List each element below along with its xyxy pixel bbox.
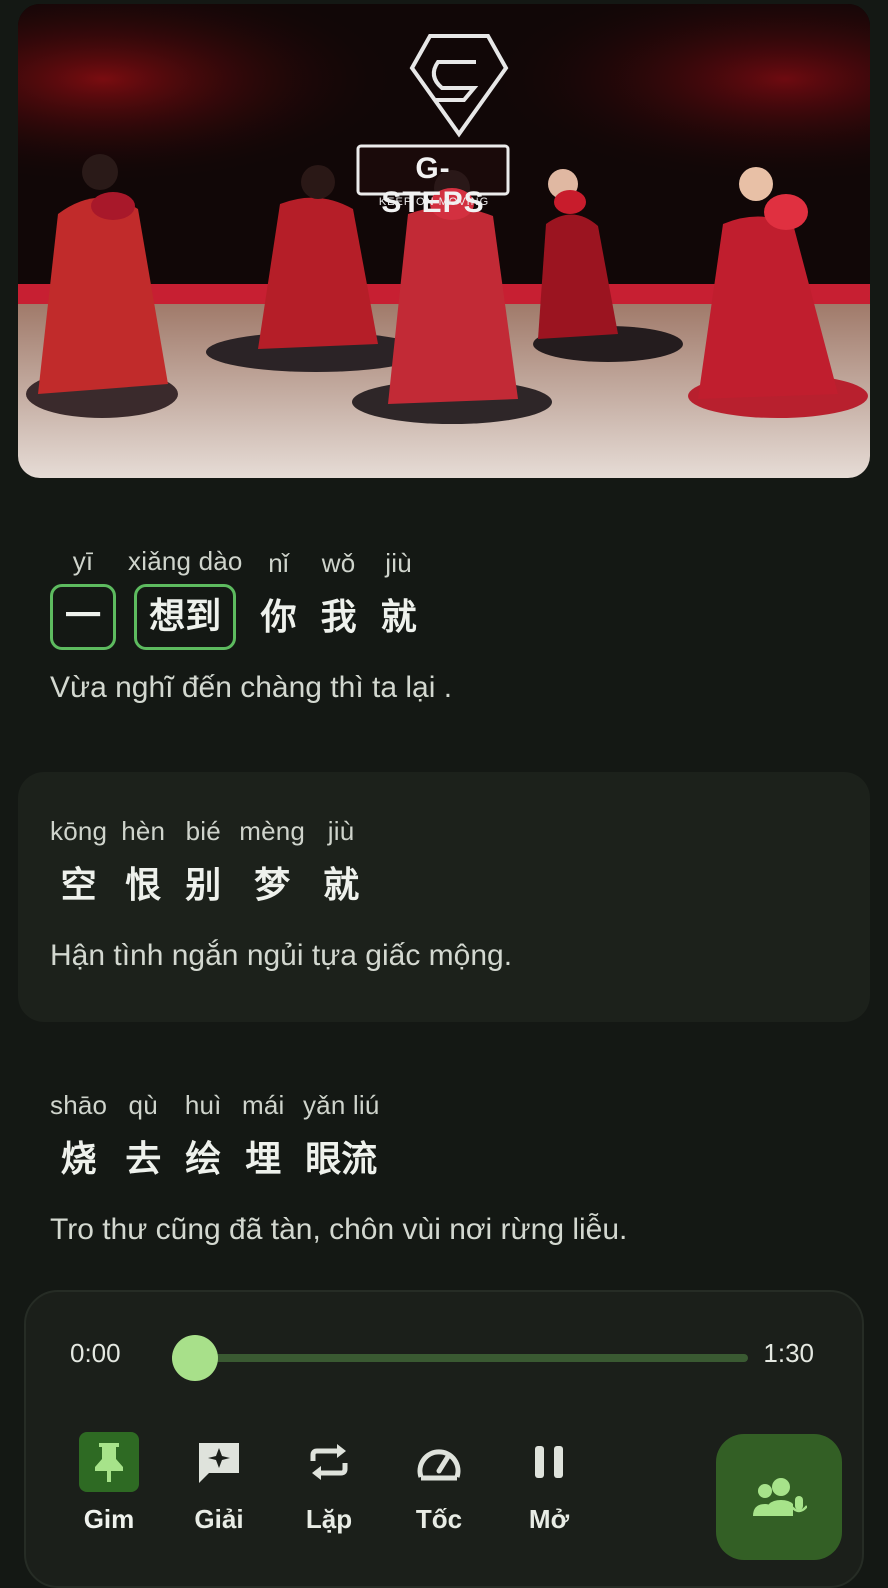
pause-label: Mở (528, 1504, 570, 1534)
lyric-line-1[interactable]: yī 一 xiǎng dào 想到 nǐ 你 wǒ 我 jiù 就 Vừa nghĩ đến ch… (18, 546, 870, 706)
progress-track[interactable] (172, 1335, 748, 1381)
explain-button[interactable]: Giải (164, 1432, 274, 1535)
lyric-word[interactable]: xiǎng dào 想到 (128, 546, 243, 650)
hanzi: 一 (50, 584, 117, 650)
repeat-label: Lặp (305, 1504, 353, 1534)
pinyin: jiù (327, 816, 355, 846)
pause-button[interactable]: Mở (494, 1432, 604, 1535)
lyric-line-3[interactable]: shāo 烧 qù 去 huì 绘 mái 埋 yǎn liú 眼流 Tro thư cũng đ… (18, 1090, 870, 1248)
lyric-word[interactable]: bié 别 (179, 816, 227, 918)
hanzi: 去 (125, 1139, 162, 1180)
lyric-translation: Hận tình ngắn ngủi tựa giấc mộng. (50, 939, 513, 972)
voice-group-icon (753, 1478, 807, 1516)
video-frame (18, 4, 870, 478)
speed-label: Tốc (415, 1504, 463, 1534)
lyric-word[interactable]: kōng 空 (50, 816, 107, 918)
current-time: 0:00 (70, 1338, 121, 1368)
hanzi: 烧 (60, 1139, 97, 1180)
duration-time: 1:30 (763, 1338, 814, 1368)
repeat-button[interactable]: Lặp (274, 1432, 384, 1535)
lyric-words: shāo 烧 qù 去 huì 绘 mái 埋 yǎn liú 眼流 (50, 1090, 870, 1192)
pinyin: kōng (50, 816, 108, 846)
lyric-words: yī 一 xiǎng dào 想到 nǐ 你 wǒ 我 jiù 就 (50, 546, 870, 650)
pause-icon (519, 1432, 579, 1492)
lyrics-player-screen: G-STEPS KEEP ON MOVING yī 一 xiǎng dào 想到 nǐ 你… (0, 0, 888, 1588)
lyric-line-2[interactable]: kōng 空 hèn 恨 bié 别 mèng 梦 jiù 就 Hận tình ngắn ngủ… (18, 772, 870, 1022)
progress-thumb[interactable] (172, 1335, 219, 1381)
repeat-icon (299, 1432, 359, 1492)
lyric-word[interactable]: hèn 恨 (119, 816, 167, 918)
pinyin: huì (184, 1090, 222, 1120)
explain-label: Giải (194, 1504, 244, 1534)
pinyin: hèn (121, 816, 166, 846)
pinyin: qù (128, 1090, 158, 1120)
pinyin: yǎn liú (302, 1090, 380, 1120)
voice-practice-button[interactable] (716, 1434, 842, 1560)
hanzi: 别 (185, 865, 222, 906)
lyric-word[interactable]: shāo 烧 (50, 1090, 107, 1192)
speed-gauge-icon (409, 1432, 469, 1492)
hanzi: 就 (380, 597, 417, 638)
pinyin: yī (72, 546, 94, 576)
lyric-word[interactable]: nǐ 你 (255, 548, 303, 650)
pinyin: mái (241, 1090, 285, 1120)
lyric-word[interactable]: qù 去 (119, 1090, 167, 1192)
hanzi: 绘 (185, 1139, 222, 1180)
hanzi: 你 (260, 597, 297, 638)
sparkle-chat-icon (189, 1432, 249, 1492)
lyric-word[interactable]: wǒ 我 (315, 548, 363, 650)
video-player[interactable]: G-STEPS KEEP ON MOVING (18, 4, 870, 478)
pinyin: shāo (50, 1090, 108, 1120)
pin-button[interactable]: Gim (54, 1432, 164, 1535)
lyric-word[interactable]: yī 一 (50, 546, 117, 650)
pinyin: wǒ (321, 548, 356, 578)
hanzi: 眼流 (305, 1139, 378, 1180)
pinyin: jiù (385, 548, 412, 578)
hanzi: 埋 (245, 1139, 282, 1180)
lyric-word[interactable]: jiù 就 (375, 548, 423, 650)
hanzi: 就 (323, 865, 360, 906)
pinyin: nǐ (268, 548, 289, 578)
pin-icon (79, 1432, 139, 1492)
hanzi: 我 (320, 597, 357, 638)
pinyin: bié (185, 816, 221, 846)
lyric-word[interactable]: mái 埋 (239, 1090, 287, 1192)
speed-button[interactable]: Tốc (384, 1432, 494, 1535)
control-bar: Gim Giải Lặp Tốc Mở (54, 1432, 604, 1535)
hanzi: 空 (60, 865, 97, 906)
lyric-translation: Vừa nghĩ đến chàng thì ta lại . (50, 671, 453, 704)
lyric-word[interactable]: yǎn liú 眼流 (299, 1090, 383, 1192)
player-panel: 0:00 1:30 Gim Giải Lặp Tốc Mở (24, 1290, 864, 1588)
pin-label: Gim (83, 1504, 135, 1534)
lyric-translation: Tro thư cũng đã tàn, chôn vùi nơi rừng l… (50, 1213, 628, 1246)
lyric-words: kōng 空 hèn 恨 bié 别 mèng 梦 jiù 就 (50, 816, 870, 918)
lyric-word[interactable]: mèng 梦 (239, 816, 305, 918)
lyric-word[interactable]: huì 绘 (179, 1090, 227, 1192)
hanzi: 想到 (134, 584, 237, 650)
lyric-word[interactable]: jiù 就 (317, 816, 365, 918)
video-sign-text: G-STEPS (381, 152, 485, 219)
video-sub-text: KEEP ON MOVING (378, 196, 490, 208)
hanzi: 梦 (254, 865, 291, 906)
pinyin: mèng (239, 816, 306, 846)
hanzi: 恨 (125, 865, 162, 906)
pinyin: xiǎng dào (128, 546, 243, 576)
